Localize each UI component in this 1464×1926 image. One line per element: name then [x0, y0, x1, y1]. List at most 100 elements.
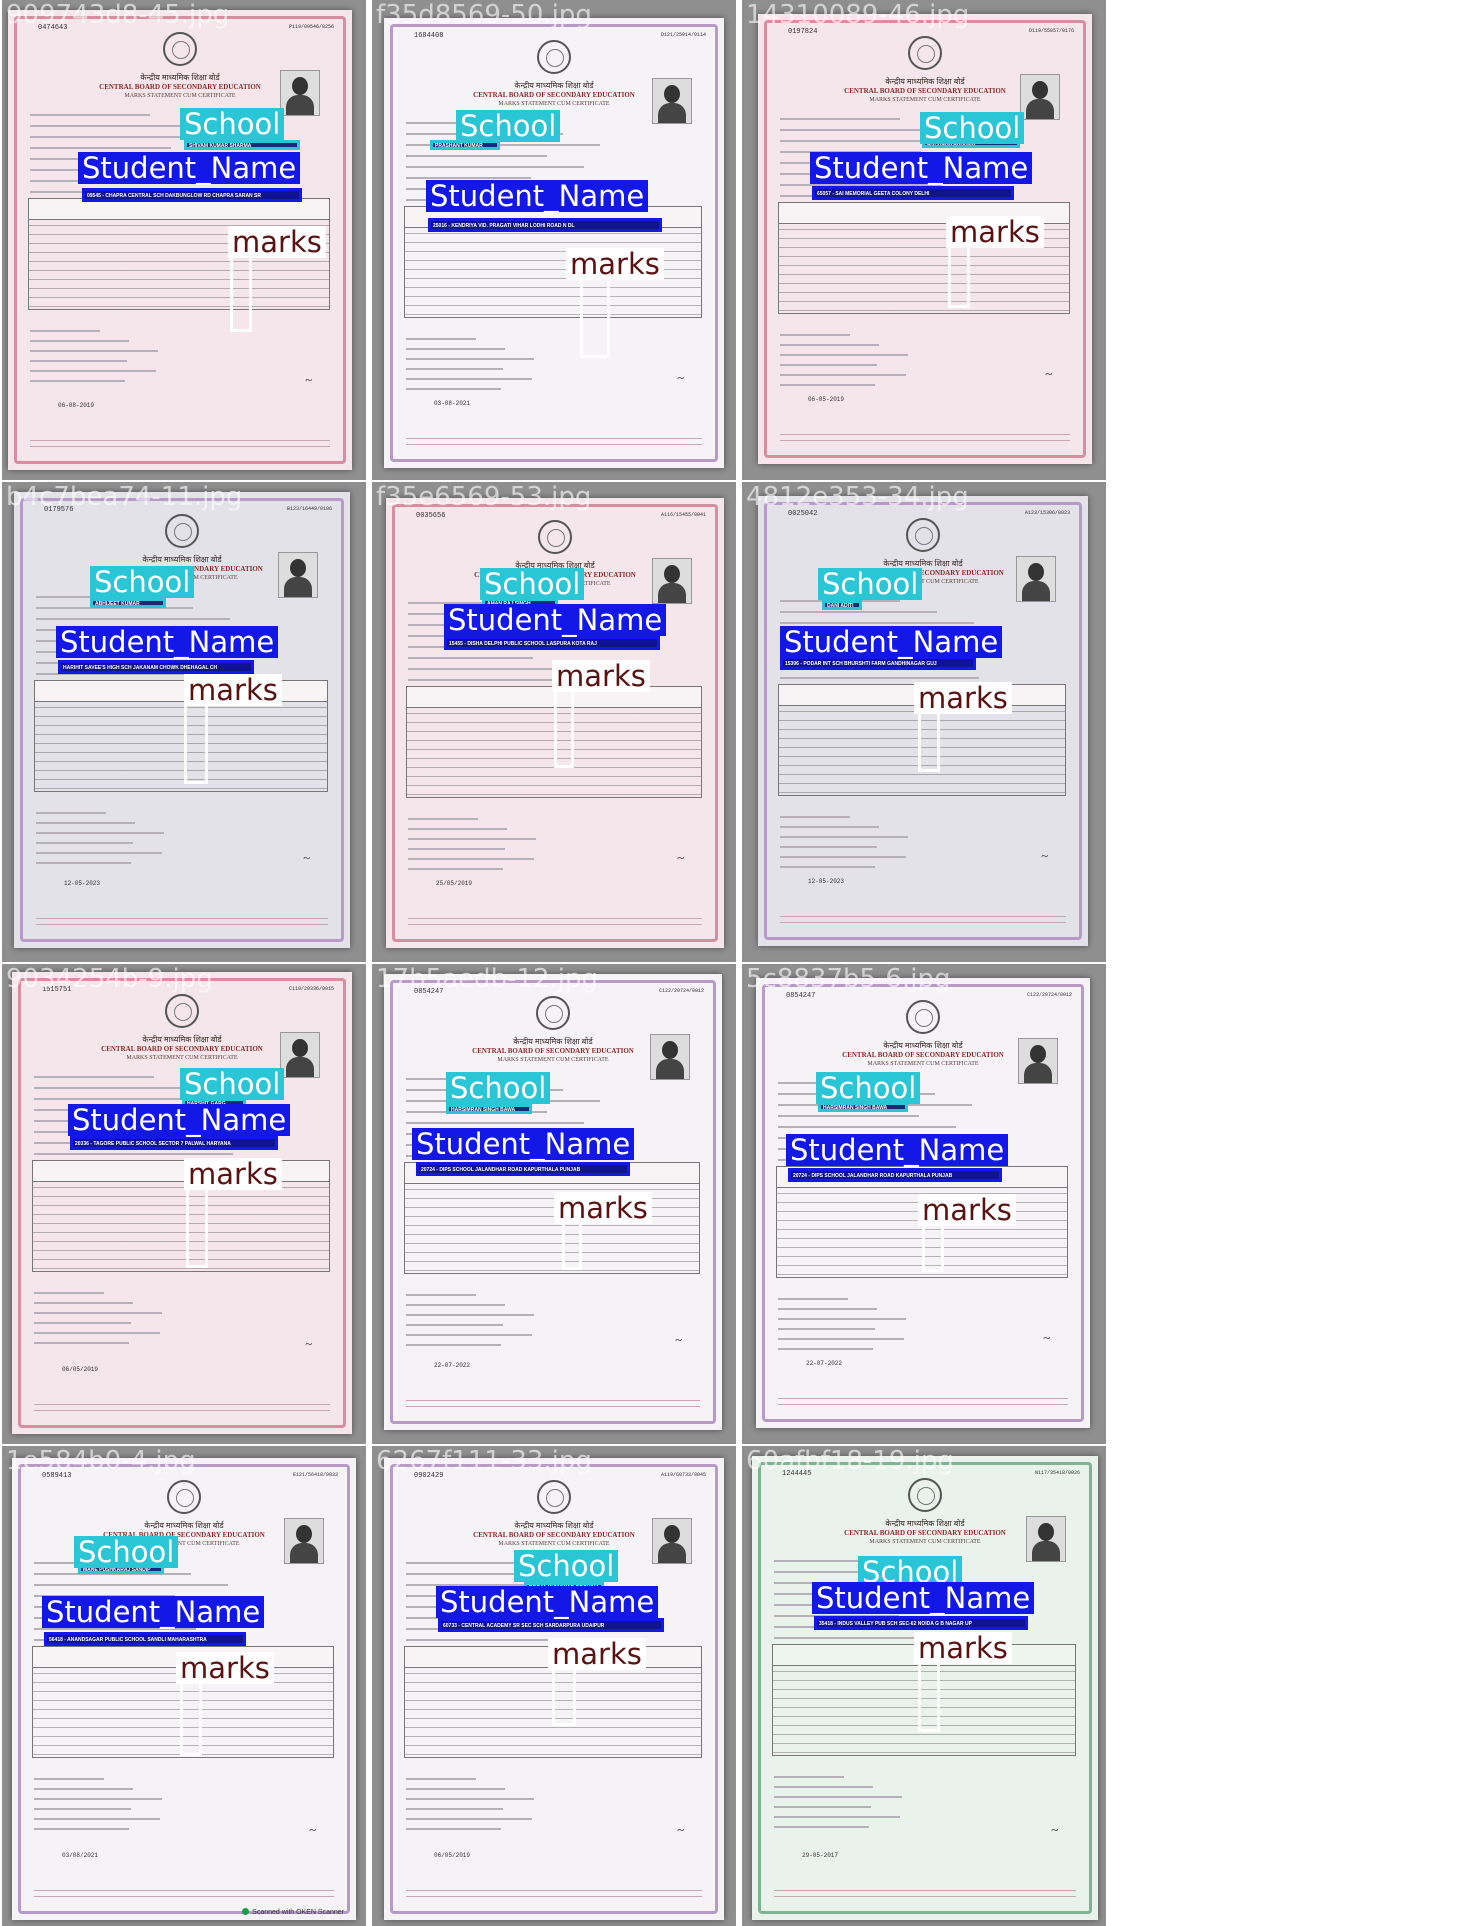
controller-signature — [1051, 1822, 1058, 1838]
issue-date: 25/05/2019 — [436, 880, 473, 887]
controller-signature — [677, 850, 684, 866]
text-line — [408, 838, 536, 840]
registration-number: D121/25014/0114 — [660, 32, 706, 38]
footer-line — [778, 1398, 1068, 1399]
text-line — [408, 868, 503, 870]
filename-label: 14310089-46.jpg — [746, 0, 970, 30]
issue-date: 03/08/2021 — [62, 1852, 99, 1859]
photo-head — [296, 1525, 312, 1543]
image-tile[interactable]: 0474643 P119/09546/0256 केन्द्रीय माध्यमिक… — [2, 0, 366, 480]
board-seal-icon — [167, 1480, 201, 1514]
student-photo — [278, 552, 318, 598]
text-line — [780, 129, 937, 131]
board-seal-icon — [906, 518, 940, 552]
photo-head — [664, 1525, 680, 1543]
photo-body — [1026, 99, 1054, 119]
footer-line — [34, 1896, 334, 1897]
image-tile[interactable]: 1515751 C119/20336/0015 केन्द्रीय माध्यमिक… — [2, 964, 366, 1444]
footer-line — [406, 1406, 700, 1407]
photo-body — [658, 103, 686, 123]
student-photo — [280, 1032, 320, 1078]
marks-bbox — [918, 1654, 940, 1732]
text-line — [780, 622, 974, 624]
image-tile[interactable]: 1244445 N117/35418/0026 केन्द्रीय माध्यमिक… — [742, 1446, 1106, 1926]
image-tile[interactable]: 0854247 C122/20724/0012 केन्द्रीय माध्यमिक… — [742, 964, 1106, 1444]
school-bbox: HARSIMRAN SINGH BAWA — [446, 1104, 532, 1114]
footer-line — [780, 434, 1070, 435]
image-tile[interactable]: 1684408 D121/25014/0114 केन्द्रीय माध्यमिक… — [372, 0, 736, 480]
student-name-bbox: 25016 - KENDRIYA VID. PRAGATI VIHAR LODH… — [428, 218, 662, 232]
student-photo — [1020, 74, 1060, 120]
text-line — [36, 822, 135, 824]
text-line — [406, 1818, 532, 1820]
issue-date: 22-07-2022 — [806, 1360, 843, 1367]
footer-line — [34, 1404, 330, 1405]
board-seal-icon — [537, 40, 571, 74]
text-line — [30, 125, 187, 127]
text-line — [36, 812, 106, 814]
certificate-document: 1515751 C119/20336/0015 केन्द्रीय माध्यमिक… — [12, 972, 352, 1434]
school-bbox: SHIVAM KUMAR SHARMA — [184, 140, 300, 150]
school-field-text: 65057 - SAI MEMORIAL GEETA COLONY DELHI — [817, 191, 930, 197]
student-name-bbox: 20724 - DIPS SCHOOL JALANDHAR ROAD KAPUR… — [788, 1168, 1002, 1182]
image-tile[interactable]: 0589413 E121/56418/0033 केन्द्रीय माध्यमिक… — [2, 1446, 366, 1926]
image-tile[interactable]: 0025042 A123/15306/0023 केन्द्रीय माध्यमिक… — [742, 482, 1106, 962]
registration-number: A123/15306/0023 — [1024, 510, 1070, 516]
school-field-text: 15455 - DISHA DELPHI PUBLIC SCHOOL LASPU… — [449, 641, 597, 647]
student-name-label: Student_Name — [56, 626, 279, 658]
image-tile[interactable]: 0854247 C122/20724/0012 केन्द्रीय माध्यमिक… — [372, 964, 736, 1444]
board-seal-icon — [163, 32, 197, 66]
image-tile[interactable]: 0197824 D119/55057/0176 केन्द्रीय माध्यमिक… — [742, 0, 1106, 480]
text-line — [36, 862, 131, 864]
school-label: School — [480, 568, 585, 600]
student-photo — [1018, 1038, 1058, 1084]
school-label: School — [818, 568, 923, 600]
student-name-label: Student_Name — [426, 180, 649, 212]
image-tile[interactable]: 0035656 A116/15455/0041 केन्द्रीय माध्यमिक… — [372, 482, 736, 962]
issue-date: 06/05/2019 — [434, 1852, 471, 1859]
issue-date: 06/05/2019 — [62, 1366, 99, 1373]
text-line — [408, 858, 534, 860]
filename-label: b4c7bea74-11.jpg — [6, 482, 243, 512]
text-line — [34, 1292, 104, 1294]
image-tile[interactable]: 0179576 B123/16449/0106 केन्द्रीय माध्यमिक… — [2, 482, 366, 962]
school-label: School — [180, 108, 285, 140]
text-line — [406, 348, 505, 350]
marks-table — [34, 680, 328, 792]
marks-label: marks — [228, 226, 326, 258]
text-line — [406, 338, 476, 340]
school-label: School — [446, 1072, 551, 1104]
footer-line — [406, 1890, 702, 1891]
filename-label: 17b5aedb-12.jpg — [376, 964, 599, 994]
text-line — [34, 1312, 162, 1314]
text-line — [30, 340, 129, 342]
filename-label: f35d8569-50.jpg — [376, 0, 592, 30]
text-line — [34, 1322, 131, 1324]
text-line — [34, 1808, 131, 1810]
student-name-bbox: 35418 - INDUS VALLEY PUB SCH SEC-62 NOID… — [814, 1616, 1028, 1630]
text-line — [34, 1087, 191, 1089]
text-line — [778, 1115, 919, 1117]
controller-signature — [1041, 848, 1048, 864]
controller-signature — [309, 1822, 316, 1838]
school-field-text: 20724 - DIPS SCHOOL JALANDHAR ROAD KAPUR… — [793, 1173, 953, 1179]
board-seal-icon — [538, 520, 572, 554]
controller-signature — [1043, 1330, 1050, 1346]
photo-body — [656, 1059, 684, 1079]
issue-date: 12-05-2023 — [64, 880, 101, 887]
student-field-text: HARSIMRAN SINGH BAWA — [451, 1107, 516, 1113]
student-name-label: Student_Name — [42, 1596, 265, 1628]
text-line — [34, 1332, 160, 1334]
marks-label: marks — [946, 216, 1044, 248]
text-line — [406, 1344, 501, 1346]
registration-number: C122/20724/0012 — [1026, 992, 1072, 998]
text-line — [780, 836, 908, 838]
text-line — [780, 344, 879, 346]
image-tile[interactable]: 0902429 A119/60733/0045 केन्द्रीय माध्यमिक… — [372, 1446, 736, 1926]
registration-number: D119/55057/0176 — [1028, 28, 1074, 34]
footer-line — [408, 918, 702, 919]
text-line — [34, 1153, 233, 1155]
registration-number: A119/60733/0045 — [660, 1472, 706, 1478]
marks-table — [404, 1162, 700, 1274]
text-line — [780, 611, 937, 613]
